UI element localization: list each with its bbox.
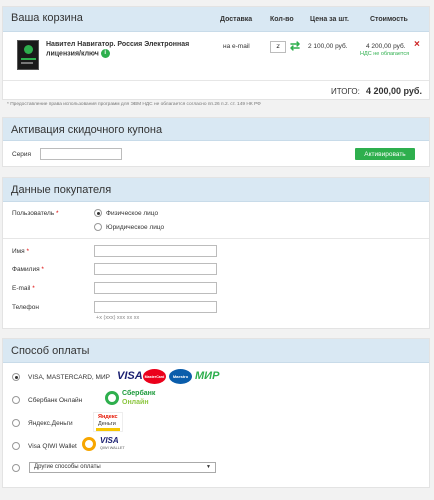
radio-sberbank[interactable] [12,396,20,404]
item-cost: 4 200,00 руб. [366,43,406,50]
refresh-qty-icon[interactable]: ⇄ [290,39,300,53]
info-icon[interactable]: i [100,49,110,58]
method-cards-label[interactable]: VISA, MASTERCARD, МИР [28,374,110,381]
qiwi-logo-icon [82,437,96,451]
payment-title: Способ оплаты [11,345,90,357]
name-input[interactable] [94,245,217,257]
qiwi-logo: VISA QIWI WALLET [82,434,132,456]
phone-hint: +x (xxx) xxx xx xx [96,315,140,321]
item-delivery: на e-mail [223,43,250,50]
sberbank-logo: Сбербанк Онлайн [105,389,161,409]
series-input[interactable] [40,148,122,160]
series-label: Серия [12,151,32,158]
mastercard-logo: MasterCard [143,369,166,384]
coupon-panel: Активация скидочного купона Серия Активи… [2,117,430,167]
navitel-logo-icon [24,45,33,54]
visa-logo: VISA [117,370,143,382]
payment-header: Способ оплаты [3,339,429,363]
total-label: ИТОГО: [331,87,360,96]
surname-input[interactable] [94,263,217,275]
user-option-individual[interactable]: Физическое лицо [106,210,158,217]
method-qiwi-label[interactable]: Visa QIWI Wallet [28,443,77,450]
surname-label: Фамилия * [12,266,44,273]
radio-legal-entity[interactable] [94,223,102,231]
col-cost: Стоимость [370,16,408,23]
buyer-header: Данные покупателя [3,178,429,202]
method-yandex-label[interactable]: Яндекс.Деньги [28,420,73,427]
cart-header: Ваша корзина Доставка Кол-во Цена за шт.… [3,7,429,32]
activate-coupon-button[interactable]: Активировать [355,148,415,160]
sberbank-logo-icon [105,391,119,405]
item-unit-price: 2 100,00 руб. [308,43,348,50]
cart-title: Ваша корзина [11,12,83,24]
buyer-title: Данные покупателя [11,184,112,196]
user-option-legal[interactable]: Юридическое лицо [106,224,164,231]
radio-other[interactable] [12,464,20,472]
payment-panel: Способ оплаты VISA, MASTERCARD, МИР VISA… [2,338,430,488]
phone-label: Телефон [12,304,39,311]
radio-yandex[interactable] [12,419,20,427]
other-methods-select[interactable]: Другие способы оплаты ▼ [29,462,216,473]
method-sberbank-label[interactable]: Сбербанк Онлайн [28,397,82,404]
radio-individual[interactable] [94,209,102,217]
coupon-header: Активация скидочного купона [3,118,429,141]
email-input[interactable] [94,282,217,294]
quantity-input[interactable] [270,41,286,53]
user-label: Пользователь * [12,210,59,217]
cart-divider [3,80,429,81]
email-label: E-mail * [12,285,35,292]
maestro-logo: Maestro [169,369,192,384]
mir-logo: МИР [195,370,220,382]
total-value: 4 200,00 руб. [366,86,422,96]
cart-panel: Ваша корзина Доставка Кол-во Цена за шт.… [2,6,430,100]
col-qty: Кол-во [270,16,294,23]
remove-item-icon[interactable]: × [414,39,420,50]
footnote: * Предоставление права использования про… [7,102,261,107]
product-name[interactable]: Навител Навигатор. Россия Электронная ли… [46,40,211,58]
name-label: Имя * [12,248,30,255]
chevron-down-icon: ▼ [206,464,211,470]
buyer-panel: Данные покупателя Пользователь * Физичес… [2,177,430,329]
radio-qiwi[interactable] [12,442,20,450]
col-unit-price: Цена за шт. [310,16,349,23]
radio-cards[interactable] [12,373,20,381]
phone-input[interactable] [94,301,217,313]
coupon-title: Активация скидочного купона [11,124,163,136]
yandex-money-logo: Яндекс Деньги [93,412,123,432]
buyer-divider [3,238,429,239]
item-vat-note: НДС не облагается [360,51,410,57]
col-delivery: Доставка [220,16,253,23]
product-image[interactable] [17,40,39,70]
